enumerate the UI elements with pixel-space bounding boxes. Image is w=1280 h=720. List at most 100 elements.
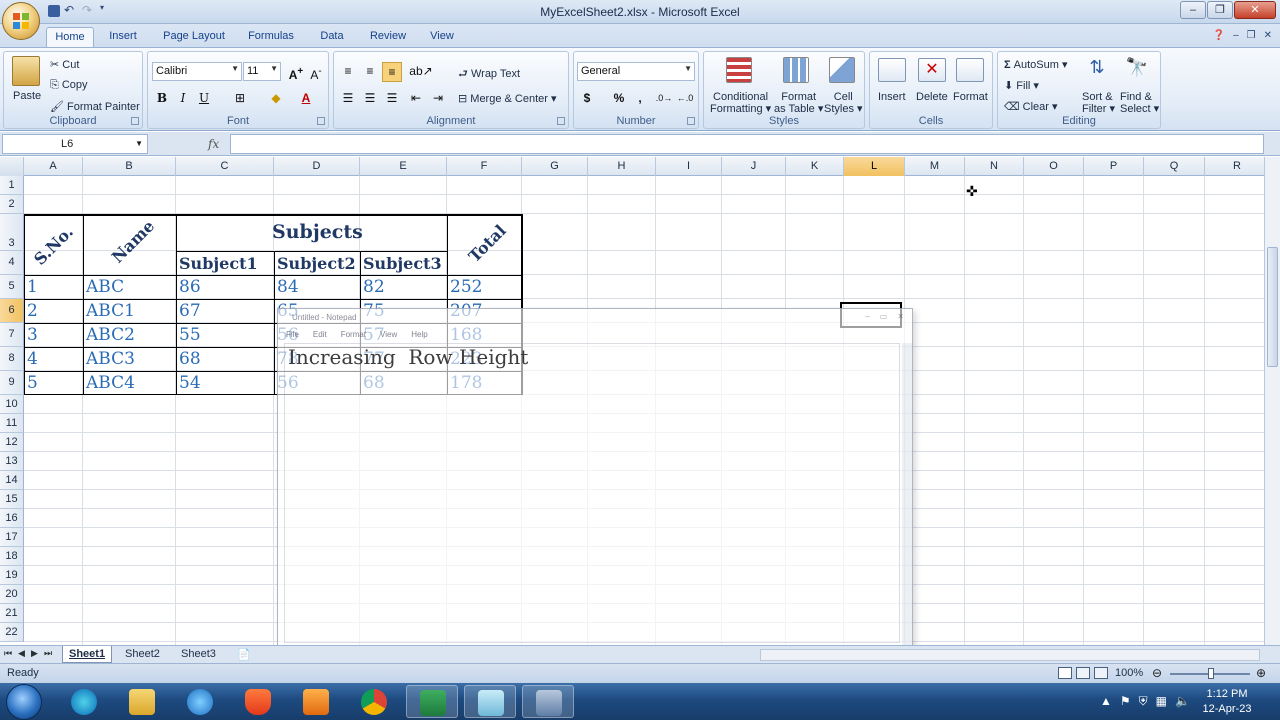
taskbar-notepad[interactable] <box>464 685 516 718</box>
increase-decimal-icon[interactable]: .0→ <box>654 89 674 109</box>
column-header-h[interactable]: H <box>588 157 656 176</box>
clock[interactable]: 1:12 PM 12-Apr-23 <box>1196 687 1258 717</box>
ribbon-close-icon[interactable]: ✕ <box>1264 30 1272 41</box>
row-header-16[interactable]: 16 <box>0 509 24 528</box>
row-header-12[interactable]: 12 <box>0 433 24 452</box>
insert-cells-button[interactable]: Insert <box>878 91 906 103</box>
tab-formulas[interactable]: Formulas <box>240 27 302 48</box>
alignment-launcher-icon[interactable] <box>557 117 565 125</box>
tab-review[interactable]: Review <box>362 27 414 48</box>
column-header-n[interactable]: N <box>965 157 1024 176</box>
sheet-tab-sheet3[interactable]: Sheet3 <box>175 646 222 663</box>
taskbar-excel[interactable] <box>406 685 458 718</box>
cell-styles-button[interactable]: Cell Styles ▾ <box>824 91 863 115</box>
row-header-10[interactable]: 10 <box>0 395 24 414</box>
grow-font-icon[interactable]: A+ <box>286 62 306 82</box>
security-icon[interactable]: ⛨ <box>1139 694 1148 709</box>
row-header-11[interactable]: 11 <box>0 414 24 433</box>
close-icon[interactable]: ✕ <box>897 312 904 321</box>
insert-sheet-icon[interactable]: 📄 <box>231 646 257 663</box>
row-header-1[interactable]: 1 <box>0 176 24 195</box>
prev-sheet-icon[interactable]: ◀ <box>18 648 25 659</box>
borders-icon[interactable]: ⊞ <box>230 89 250 109</box>
column-header-m[interactable]: M <box>905 157 965 176</box>
notepad-menu-format[interactable]: Format <box>341 330 366 339</box>
tab-view[interactable]: View <box>422 27 462 48</box>
network-icon[interactable]: ▦ <box>1156 694 1167 709</box>
last-sheet-icon[interactable]: ⏭ <box>44 648 52 659</box>
taskbar-edge[interactable] <box>58 685 110 718</box>
action-center-icon[interactable]: ⚑ <box>1120 694 1131 709</box>
taskbar-snipping[interactable] <box>522 685 574 718</box>
comma-button[interactable]: , <box>630 89 650 109</box>
align-middle-icon[interactable]: ≡ <box>360 62 380 82</box>
column-header-q[interactable]: Q <box>1144 157 1205 176</box>
vertical-scroll-thumb[interactable] <box>1267 247 1278 367</box>
restore-button[interactable]: ❐ <box>1207 1 1233 19</box>
bold-button[interactable]: B <box>152 89 172 109</box>
row-header-14[interactable]: 14 <box>0 471 24 490</box>
align-top-icon[interactable]: ≡ <box>338 62 358 82</box>
wrap-text-button[interactable]: ⮐ Wrap Text <box>458 65 520 84</box>
column-header-i[interactable]: I <box>656 157 722 176</box>
notepad-menu-file[interactable]: File <box>286 330 299 339</box>
row-header-4[interactable]: 4 <box>0 251 24 275</box>
name-box[interactable]: L6 ▼ <box>2 134 148 154</box>
taskbar-media[interactable] <box>290 685 342 718</box>
formula-input[interactable] <box>230 134 1264 154</box>
row-header-3[interactable]: 3 <box>0 214 24 251</box>
align-left-icon[interactable]: ☰ <box>338 89 358 109</box>
orientation-icon[interactable]: ab↗ <box>408 62 434 82</box>
font-name-combo[interactable]: Calibri ▼ <box>152 62 242 81</box>
underline-button[interactable]: U <box>194 89 214 109</box>
notepad-vertical-scrollbar[interactable] <box>902 343 912 655</box>
help-icon[interactable]: ❓ <box>1213 30 1225 41</box>
font-color-icon[interactable]: A <box>296 89 316 109</box>
row-header-19[interactable]: 19 <box>0 566 24 585</box>
row-header-5[interactable]: 5 <box>0 275 24 299</box>
sheet-tab-sheet1[interactable]: Sheet1 <box>62 646 113 663</box>
zoom-level[interactable]: 100% <box>1115 667 1143 679</box>
start-button[interactable] <box>6 684 42 720</box>
fill-color-icon[interactable]: ◆ <box>266 89 286 109</box>
decrease-indent-icon[interactable]: ⇤ <box>406 89 426 109</box>
format-cells-icon[interactable] <box>956 58 984 82</box>
zoom-slider-thumb[interactable] <box>1208 668 1214 679</box>
page-break-view-icon[interactable] <box>1094 667 1108 679</box>
row-header-8[interactable]: 8 <box>0 347 24 371</box>
column-header-d[interactable]: D <box>274 157 360 176</box>
insert-function-icon[interactable]: fx <box>208 137 219 151</box>
cell-styles-icon[interactable] <box>829 57 855 83</box>
minimize-icon[interactable]: – <box>865 312 869 321</box>
minimize-button[interactable]: – <box>1180 1 1206 19</box>
volume-icon[interactable]: 🔈 <box>1175 694 1190 709</box>
row-header-15[interactable]: 15 <box>0 490 24 509</box>
column-header-b[interactable]: B <box>83 157 176 176</box>
column-header-a[interactable]: A <box>24 157 83 176</box>
sort-filter-button[interactable]: Sort & Filter ▾ <box>1082 91 1115 115</box>
notepad-window[interactable]: Untitled - Notepad – ▭ ✕ File Edit Forma… <box>277 308 914 658</box>
clear-button[interactable]: ⌫ Clear ▾ <box>1004 100 1058 113</box>
notepad-edit-area[interactable] <box>284 343 900 643</box>
conditional-formatting-button[interactable]: Conditional Formatting ▾ <box>710 91 771 115</box>
shrink-font-icon[interactable]: A- <box>306 62 326 82</box>
column-header-f[interactable]: F <box>447 157 522 176</box>
find-select-icon[interactable]: 🔭 <box>1124 57 1150 83</box>
row-header-7[interactable]: 7 <box>0 323 24 347</box>
maximize-icon[interactable]: ▭ <box>880 312 888 321</box>
row-header-18[interactable]: 18 <box>0 547 24 566</box>
row-header-9[interactable]: 9 <box>0 371 24 395</box>
row-header-2[interactable]: 2 <box>0 195 24 214</box>
decrease-decimal-icon[interactable]: ←.0 <box>675 89 695 109</box>
sort-filter-icon[interactable]: ⇅ <box>1084 57 1110 83</box>
row-header-6[interactable]: 6 <box>0 299 24 323</box>
column-header-c[interactable]: C <box>176 157 274 176</box>
notepad-menu-edit[interactable]: Edit <box>313 330 327 339</box>
italic-button[interactable]: I <box>173 89 193 109</box>
taskbar-explorer[interactable] <box>116 685 168 718</box>
taskbar-brave[interactable] <box>232 685 284 718</box>
row-header-21[interactable]: 21 <box>0 604 24 623</box>
conditional-formatting-icon[interactable] <box>726 57 752 83</box>
ribbon-restore-icon[interactable]: ❐ <box>1247 30 1256 41</box>
clipboard-launcher-icon[interactable] <box>131 117 139 125</box>
